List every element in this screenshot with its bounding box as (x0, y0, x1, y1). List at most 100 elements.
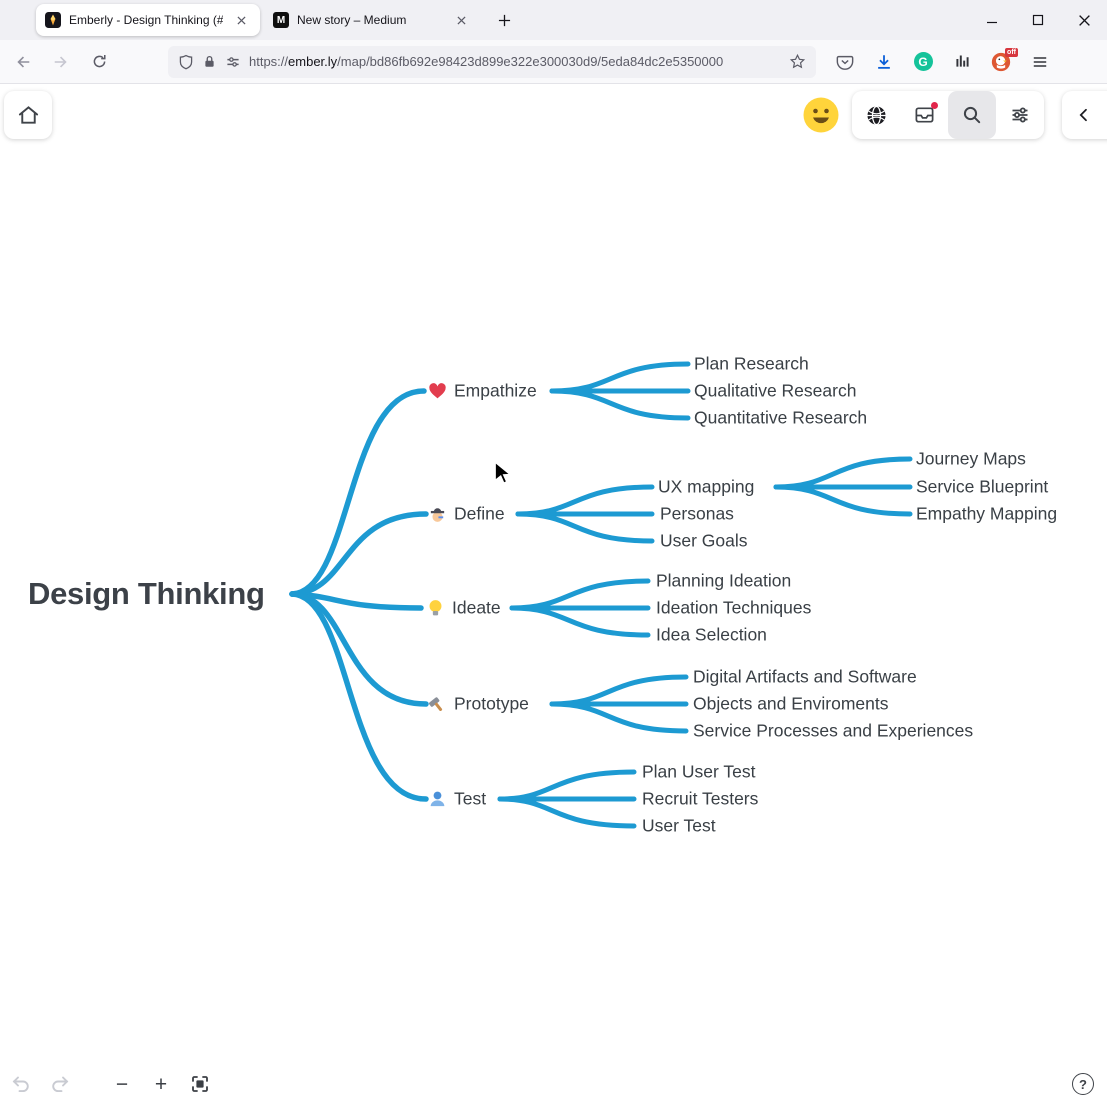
zoom-out-button[interactable]: − (109, 1071, 135, 1097)
mindmap-root-node[interactable]: Design Thinking (28, 576, 265, 612)
undo-button[interactable] (8, 1071, 34, 1097)
mindmap-node-user-test[interactable]: User Test (642, 816, 716, 837)
undo-icon (11, 1075, 31, 1093)
avatar-smiley-icon (803, 97, 839, 133)
node-label: Planning Ideation (656, 571, 791, 592)
tab-close-icon[interactable] (231, 10, 251, 30)
filter-button[interactable] (996, 91, 1044, 139)
mindmap-node-ideation-techniques[interactable]: Ideation Techniques (656, 598, 811, 619)
menu-button[interactable] (1025, 47, 1055, 77)
back-icon (14, 53, 32, 71)
mindmap-node-define[interactable]: Define (428, 504, 505, 525)
node-label: Plan Research (694, 354, 809, 375)
permissions-icon (225, 54, 241, 70)
tab-title: Emberly - Design Thinking (#pu (69, 13, 223, 27)
edge-root-test (292, 594, 426, 799)
edge-root-empathize (292, 391, 424, 594)
back-button[interactable] (8, 47, 38, 77)
heart-icon (428, 382, 447, 401)
node-label: Define (454, 504, 505, 525)
collapse-panel-button[interactable] (1062, 91, 1107, 139)
tab-close-icon[interactable] (451, 10, 471, 30)
mindmap-node-ideate[interactable]: Ideate (426, 598, 501, 619)
search-button[interactable] (948, 91, 996, 139)
fit-screen-button[interactable] (187, 1071, 213, 1097)
mindmap-node-qualitative-research[interactable]: Qualitative Research (694, 381, 856, 402)
mindmap-node-objects-environments[interactable]: Objects and Enviroments (693, 694, 889, 715)
node-label: Ideation Techniques (656, 598, 811, 619)
node-label: Plan User Test (642, 762, 755, 783)
mindmap-node-journey-maps[interactable]: Journey Maps (916, 449, 1026, 470)
mindmap-node-planning-ideation[interactable]: Planning Ideation (656, 571, 791, 592)
node-label: UX mapping (658, 477, 754, 498)
forward-button[interactable] (46, 47, 76, 77)
window-close-button[interactable] (1061, 0, 1107, 40)
mindmap-node-user-goals[interactable]: User Goals (660, 531, 748, 552)
edge-define-3 (518, 514, 652, 541)
reload-button[interactable] (84, 47, 114, 77)
mindmap-node-recruit-testers[interactable]: Recruit Testers (642, 789, 758, 810)
notification-dot (931, 102, 938, 109)
edge-test-3 (500, 799, 634, 826)
menu-icon (1032, 54, 1048, 70)
edge-root-ideate (292, 594, 421, 608)
edge-empathize-1 (552, 364, 688, 391)
toolbar-extensions: G off (830, 47, 1055, 77)
forward-icon (52, 53, 70, 71)
zoom-in-label: + (155, 1074, 167, 1095)
mindmap-node-quantitative-research[interactable]: Quantitative Research (694, 408, 867, 429)
window-minimize-button[interactable] (969, 0, 1015, 40)
node-label: Prototype (454, 694, 529, 715)
edge-define-1 (518, 487, 652, 514)
window-maximize-button[interactable] (1015, 0, 1061, 40)
url-path: /map/bd86fb692e98423d899e322e300030d9/5e… (337, 54, 723, 69)
mindmap-node-prototype[interactable]: Prototype (428, 694, 529, 715)
sliders-icon (1010, 105, 1030, 125)
downloads-button[interactable] (869, 47, 899, 77)
shield-icon (178, 54, 194, 70)
medium-favicon: M (273, 12, 289, 28)
pocket-icon (836, 53, 854, 71)
person-icon (428, 790, 447, 809)
mindmap-node-empathy-mapping[interactable]: Empathy Mapping (916, 504, 1057, 525)
url-bar[interactable]: https://ember.ly/map/bd86fb692e98423d899… (168, 46, 816, 78)
window-close-icon (1078, 14, 1091, 27)
mindmap-node-digital-artifacts[interactable]: Digital Artifacts and Software (693, 667, 917, 688)
zoom-in-button[interactable]: + (148, 1071, 174, 1097)
tab-emberly[interactable]: Emberly - Design Thinking (#pu (36, 4, 260, 36)
reload-icon (91, 53, 108, 70)
edge-ideate-1 (512, 581, 648, 608)
edge-prototype-3 (552, 704, 686, 731)
mindmap-node-ux-mapping[interactable]: UX mapping (658, 477, 754, 498)
globe-button[interactable] (852, 91, 900, 139)
edge-test-1 (500, 772, 634, 799)
node-label: Ideate (452, 598, 501, 619)
edge-root-define (292, 514, 426, 594)
node-label: Empathize (454, 381, 537, 402)
tab-medium[interactable]: M New story – Medium (264, 4, 480, 36)
user-avatar[interactable] (803, 97, 839, 133)
mindmap-node-plan-research[interactable]: Plan Research (694, 354, 809, 375)
node-label: Service Blueprint (916, 477, 1048, 498)
mindmap-node-idea-selection[interactable]: Idea Selection (656, 625, 767, 646)
star-icon[interactable] (789, 53, 806, 70)
node-label: Journey Maps (916, 449, 1026, 470)
node-label: Idea Selection (656, 625, 767, 646)
lightbulb-icon (426, 599, 445, 618)
help-button[interactable]: ? (1072, 1073, 1094, 1095)
mindmap-node-service-blueprint[interactable]: Service Blueprint (916, 477, 1048, 498)
mindmap-node-empathize[interactable]: Empathize (428, 381, 537, 402)
duckduckgo-extension-button[interactable]: off (986, 47, 1016, 77)
redo-button[interactable] (47, 1071, 73, 1097)
equalizer-extension-button[interactable] (947, 47, 977, 77)
mindmap-node-plan-user-test[interactable]: Plan User Test (642, 762, 755, 783)
mindmap-node-service-processes[interactable]: Service Processes and Experiences (693, 721, 973, 742)
home-icon (17, 104, 40, 126)
home-button[interactable] (4, 91, 52, 139)
mindmap-node-test[interactable]: Test (428, 789, 486, 810)
new-tab-button[interactable] (490, 6, 518, 34)
pocket-button[interactable] (830, 47, 860, 77)
mindmap-node-personas[interactable]: Personas (660, 504, 734, 525)
inbox-button[interactable] (900, 91, 948, 139)
grammarly-extension-button[interactable]: G (908, 47, 938, 77)
